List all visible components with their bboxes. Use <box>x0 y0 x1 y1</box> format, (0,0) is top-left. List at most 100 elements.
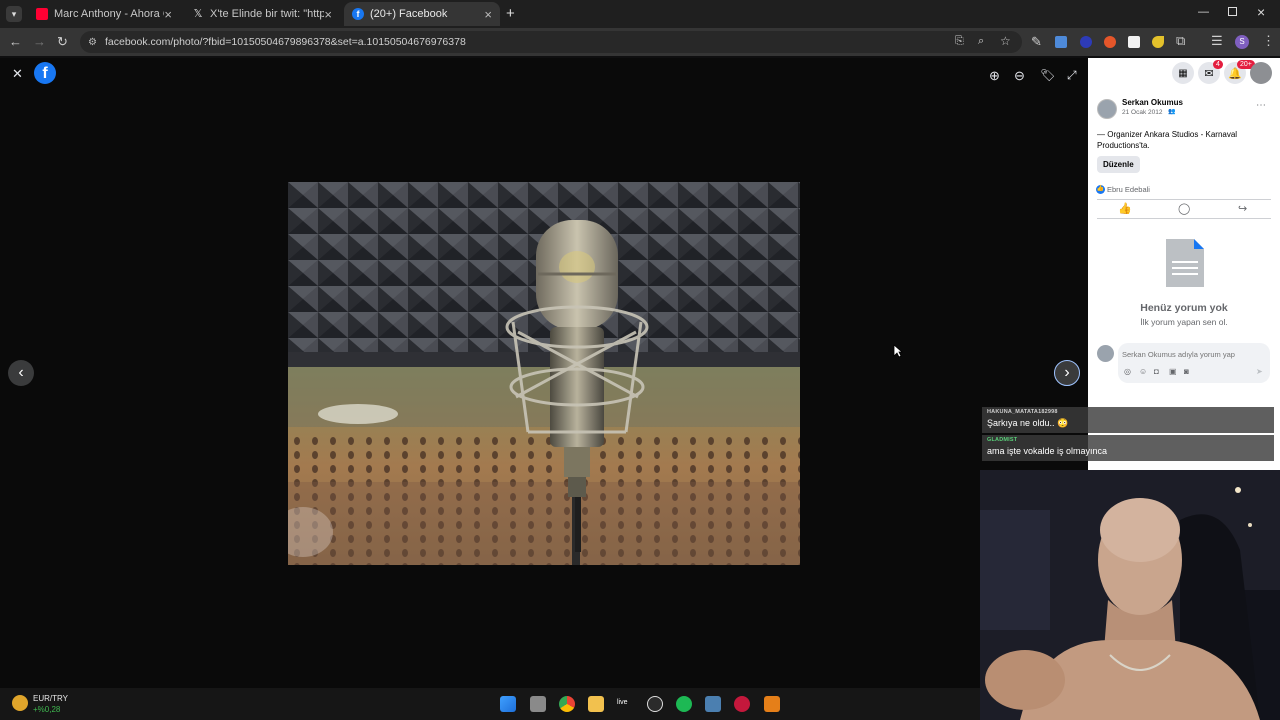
forward-icon[interactable]: → <box>33 35 46 49</box>
chevron-left-icon: ‹ <box>18 364 24 381</box>
live-app-icon[interactable]: live <box>617 699 628 706</box>
author-name[interactable]: Serkan Okumus <box>1122 98 1183 107</box>
divider <box>1097 218 1271 219</box>
facebook-logo-icon[interactable]: f <box>34 62 56 84</box>
extension-icon[interactable] <box>1080 36 1092 48</box>
post-options-icon[interactable]: ⋯ <box>1256 100 1266 111</box>
emoji-icon[interactable]: ☺ <box>1139 367 1147 376</box>
windows-start-icon[interactable] <box>500 696 516 712</box>
like-reaction-icon: 👍 <box>1096 185 1105 194</box>
commenter-avatar <box>1097 345 1114 362</box>
install-app-icon[interactable]: ⎘ <box>955 35 964 48</box>
chat-message-text: Şarkıya ne oldu.. 😳 <box>987 418 1069 428</box>
previous-photo-button[interactable]: ‹ <box>8 360 34 386</box>
tab-facebook[interactable]: f (20+) Facebook × <box>344 2 500 26</box>
site-info-icon[interactable]: ⚙ <box>88 37 97 48</box>
menu-kebab-icon[interactable]: ⋮ <box>1262 34 1275 48</box>
chevron-right-icon: › <box>1064 364 1070 381</box>
chat-message: GLADMIST ama işte vokalde iş olmayınca <box>982 435 1274 461</box>
tab-title: Marc Anthony - Ahora Quien (P <box>54 8 164 20</box>
close-viewer-button[interactable]: ✕ <box>12 66 23 82</box>
zoom-out-icon[interactable]: ⊖ <box>1014 68 1025 84</box>
profile-avatar[interactable]: S <box>1235 35 1249 49</box>
zoom-icon[interactable]: ⌕ <box>978 35 984 48</box>
tab-search-button[interactable]: ▾ <box>6 6 22 22</box>
gif-icon[interactable]: ▣ <box>1169 367 1177 376</box>
divider <box>1097 199 1271 200</box>
clipboard-app-icon[interactable] <box>764 696 780 712</box>
extension-icon[interactable] <box>1128 36 1140 48</box>
file-explorer-icon[interactable] <box>588 696 604 712</box>
tab-x[interactable]: 𝕏 X'te Elinde bir twit: "https://t.co × <box>184 2 340 26</box>
new-tab-button[interactable]: + <box>506 5 515 22</box>
reaction-names[interactable]: Ebru Edebali <box>1107 185 1150 194</box>
back-icon[interactable]: ← <box>9 35 22 49</box>
like-button-icon[interactable]: 👍 <box>1118 202 1132 215</box>
comment-button-icon[interactable]: ◯ <box>1178 202 1190 215</box>
url-text: facebook.com/photo/?fbid=101505046798963… <box>104 36 466 48</box>
close-tab-icon[interactable]: × <box>164 7 172 22</box>
account-avatar[interactable] <box>1250 62 1272 84</box>
close-tab-icon[interactable]: × <box>324 7 332 22</box>
messenger-badge: 4 <box>1213 60 1223 69</box>
extension-icon[interactable] <box>1152 36 1164 48</box>
post-location-text: — Organizer Ankara Studios - Karnaval Pr… <box>1097 130 1238 150</box>
no-comments-document-icon <box>1166 239 1204 287</box>
extensions-puzzle-icon[interactable]: ⧉ <box>1176 34 1185 48</box>
audience-friends-icon: 👥 <box>1168 109 1176 115</box>
close-tab-icon[interactable]: × <box>484 7 492 22</box>
share-button-icon[interactable]: ↪ <box>1238 202 1247 215</box>
camera-icon[interactable]: ◘ <box>1154 367 1159 376</box>
minimize-button[interactable]: — <box>1198 6 1209 18</box>
obs-icon[interactable] <box>647 696 663 712</box>
chevron-down-icon: ▾ <box>11 8 17 19</box>
task-view-icon[interactable] <box>530 696 546 712</box>
extension-icon[interactable] <box>1104 36 1116 48</box>
address-bar[interactable]: ⚙ facebook.com/photo/?fbid=1015050467989… <box>80 31 1022 53</box>
windows-taskbar: EUR/TRY +%0,28 live <box>0 688 980 720</box>
chrome-icon[interactable] <box>559 696 575 712</box>
close-window-button[interactable]: × <box>1257 4 1265 20</box>
mouse-cursor-icon <box>893 344 903 358</box>
fullscreen-icon[interactable]: ⤢ <box>1067 68 1077 83</box>
comment-input-box[interactable]: ◎ ☺ ◘ ▣ ◙ ➤ <box>1118 343 1270 383</box>
mail-app-icon[interactable] <box>705 696 721 712</box>
browser-toolbar: ← → ↻ ⚙ facebook.com/photo/?fbid=1015050… <box>0 28 1280 56</box>
bookmark-star-icon[interactable]: ☆ <box>1000 34 1011 48</box>
spotify-icon[interactable] <box>676 696 692 712</box>
grid-icon: ▦ <box>1178 67 1188 79</box>
tag-icon[interactable]: 🏷 <box>1040 68 1055 82</box>
chat-username: GLADMIST <box>987 437 1018 443</box>
send-icon[interactable]: ➤ <box>1256 367 1263 376</box>
facebook-icon: f <box>352 8 364 20</box>
post-date[interactable]: 21 Ocak 2012 <box>1122 109 1162 116</box>
media-player-icon[interactable] <box>734 696 750 712</box>
edit-post-button[interactable]: Düzenle <box>1097 156 1140 173</box>
chat-username: HAKUNA_MATATA182998 <box>987 409 1058 415</box>
messenger-icon: ✉ <box>1204 67 1214 80</box>
extension-icon[interactable] <box>1055 36 1067 48</box>
reload-icon[interactable]: ↻ <box>57 35 68 49</box>
ticker-name[interactable]: EUR/TRY <box>33 694 68 703</box>
tab-title: (20+) Facebook <box>370 8 448 20</box>
next-photo-button[interactable]: › <box>1054 360 1080 386</box>
weather-widget-icon[interactable] <box>12 695 28 711</box>
chat-message-text: ama işte vokalde iş olmayınca <box>987 446 1108 456</box>
youtube-icon <box>36 8 48 20</box>
tab-youtube[interactable]: Marc Anthony - Ahora Quien (P × <box>28 2 180 26</box>
chat-message: HAKUNA_MATATA182998 Şarkıya ne oldu.. 😳 <box>982 407 1274 433</box>
browser-tab-strip: ▾ Marc Anthony - Ahora Quien (P × 𝕏 X'te… <box>0 0 1280 28</box>
comment-input[interactable] <box>1122 347 1262 361</box>
author-avatar[interactable] <box>1097 99 1117 119</box>
sticker-icon[interactable]: ◙ <box>1184 367 1189 376</box>
avatar-sticker-icon[interactable]: ◎ <box>1124 367 1131 376</box>
webcam-overlay <box>980 470 1280 720</box>
no-comments-subtitle: İlk yorum yapan sen ol. <box>1140 317 1228 327</box>
reading-list-icon[interactable]: ☰ <box>1211 34 1223 48</box>
pen-extension-icon[interactable]: ✎ <box>1031 35 1042 49</box>
studio-microphone-photo <box>288 182 800 565</box>
restore-button[interactable] <box>1228 7 1237 16</box>
zoom-in-icon[interactable]: ⊕ <box>989 68 1000 84</box>
apps-menu-button[interactable]: ▦ <box>1172 62 1194 84</box>
tab-title: X'te Elinde bir twit: "https://t.co <box>210 8 325 20</box>
